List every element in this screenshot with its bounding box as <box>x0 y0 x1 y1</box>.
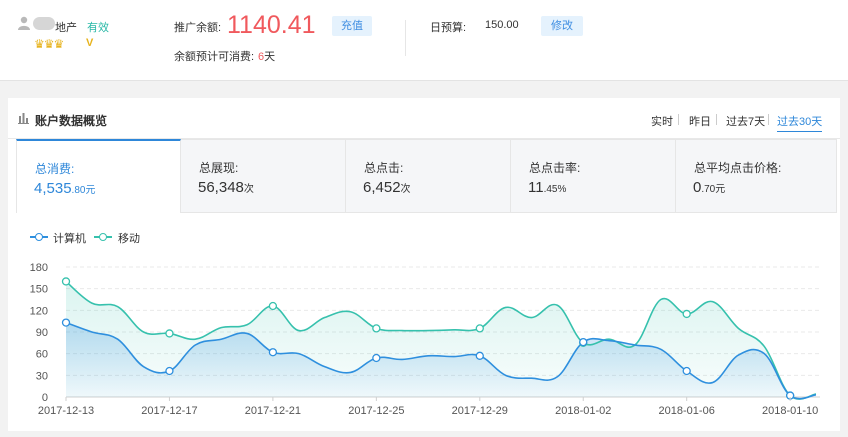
tab-label: 总点击率: <box>529 161 581 175</box>
tab-impressions[interactable]: 总展现: 56,348次 <box>181 139 346 213</box>
legend-computer-marker <box>35 233 43 241</box>
account-overview-panel: 账户数据概览 实时 昨日 过去7天 过去30天 总消费: 4,535.80元 总… <box>8 98 840 431</box>
y-tick-label: 90 <box>36 327 48 339</box>
data-point <box>682 366 691 376</box>
data-point <box>579 337 588 347</box>
account-header: 地产 有效 ♛♛♛ V 推广余额: 1140.41 充值 余额预计可消费: 6天… <box>0 0 848 80</box>
days-remaining: 6天 <box>258 51 276 63</box>
data-point <box>475 324 484 333</box>
legend-computer-label[interactable]: 计算机 <box>53 230 86 246</box>
v-badge-icon: V <box>86 37 94 49</box>
user-icon <box>18 16 30 30</box>
balance-label: 推广余额: <box>174 22 222 34</box>
data-point <box>165 329 174 338</box>
data-point <box>372 324 381 333</box>
tab-label: 总点击: <box>364 161 404 175</box>
data-point <box>268 301 278 311</box>
range-30days[interactable]: 过去30天 <box>777 113 823 132</box>
account-status: 有效 <box>87 22 109 34</box>
range-divider <box>768 114 769 125</box>
metric-tabs: 总消费: 4,535.80元 总展现: 56,348次 总点击: 6,452次 … <box>16 139 837 214</box>
recharge-button[interactable]: 充值 <box>332 16 372 36</box>
data-point <box>268 348 278 357</box>
tab-label: 总展现: <box>199 161 239 175</box>
x-tick-label: 2017-12-21 <box>245 405 301 417</box>
data-point <box>475 351 484 360</box>
y-tick-label: 30 <box>36 370 48 382</box>
data-point <box>61 318 71 327</box>
tab-total-cost[interactable]: 总消费: 4,535.80元 <box>16 139 181 213</box>
tab-value: 4,535.80元 <box>34 180 96 197</box>
tab-value: 11.45% <box>528 179 567 196</box>
budget-label: 日预算: <box>430 22 467 34</box>
data-point <box>372 353 381 363</box>
level-crown-icons: ♛♛♛ <box>34 37 64 51</box>
data-point <box>682 309 691 319</box>
tab-clicks[interactable]: 总点击: 6,452次 <box>346 139 511 213</box>
y-tick-label: 180 <box>30 262 48 274</box>
account-name-masked <box>33 17 55 30</box>
tab-label: 总消费: <box>35 162 75 176</box>
balance-value: 1140.41 <box>227 11 316 39</box>
tab-ctr[interactable]: 总点击率: 11.45% <box>511 139 676 213</box>
legend-mobile-marker <box>99 233 107 241</box>
account-name: 地产 <box>55 22 77 34</box>
header-divider-line <box>0 80 848 81</box>
bar-chart-icon <box>18 113 29 124</box>
tab-avg-cpc[interactable]: 总平均点击价格: 0.70元 <box>676 139 837 213</box>
trend-chart: 0 30 60 90 120 150 180 2017-12-13 2017-12-17 2017… <box>30 262 820 417</box>
x-tick-label: 2018-01-10 <box>762 405 818 417</box>
edit-budget-button[interactable]: 修改 <box>541 16 583 36</box>
range-realtime[interactable]: 实时 <box>651 113 673 129</box>
x-tick-label: 2018-01-06 <box>659 405 715 417</box>
legend-mobile-label[interactable]: 移动 <box>118 230 140 246</box>
panel-title: 账户数据概览 <box>35 114 108 128</box>
range-yesterday[interactable]: 昨日 <box>689 113 711 129</box>
y-tick-label: 60 <box>36 349 48 361</box>
budget-value: 150.00 <box>485 19 519 31</box>
tab-label: 总平均点击价格: <box>694 161 782 175</box>
range-7days[interactable]: 过去7天 <box>726 113 765 129</box>
y-tick-label: 150 <box>30 284 48 296</box>
tab-value: 6,452次 <box>363 179 411 196</box>
y-tick-label: 0 <box>42 392 48 404</box>
header-divider <box>405 20 406 56</box>
x-tick-label: 2017-12-25 <box>348 405 404 417</box>
y-tick-label: 120 <box>30 305 48 317</box>
x-tick-label: 2017-12-17 <box>141 405 197 417</box>
x-tick-label: 2017-12-13 <box>38 405 94 417</box>
data-point <box>165 366 174 376</box>
range-divider <box>678 114 679 125</box>
tab-value: 0.70元 <box>693 179 726 196</box>
days-label: 余额预计可消费: <box>174 51 255 63</box>
tab-value: 56,348次 <box>198 179 254 196</box>
range-divider <box>716 114 717 125</box>
data-point <box>61 277 71 286</box>
x-tick-label: 2017-12-29 <box>452 405 508 417</box>
x-tick-label: 2018-01-02 <box>555 405 611 417</box>
